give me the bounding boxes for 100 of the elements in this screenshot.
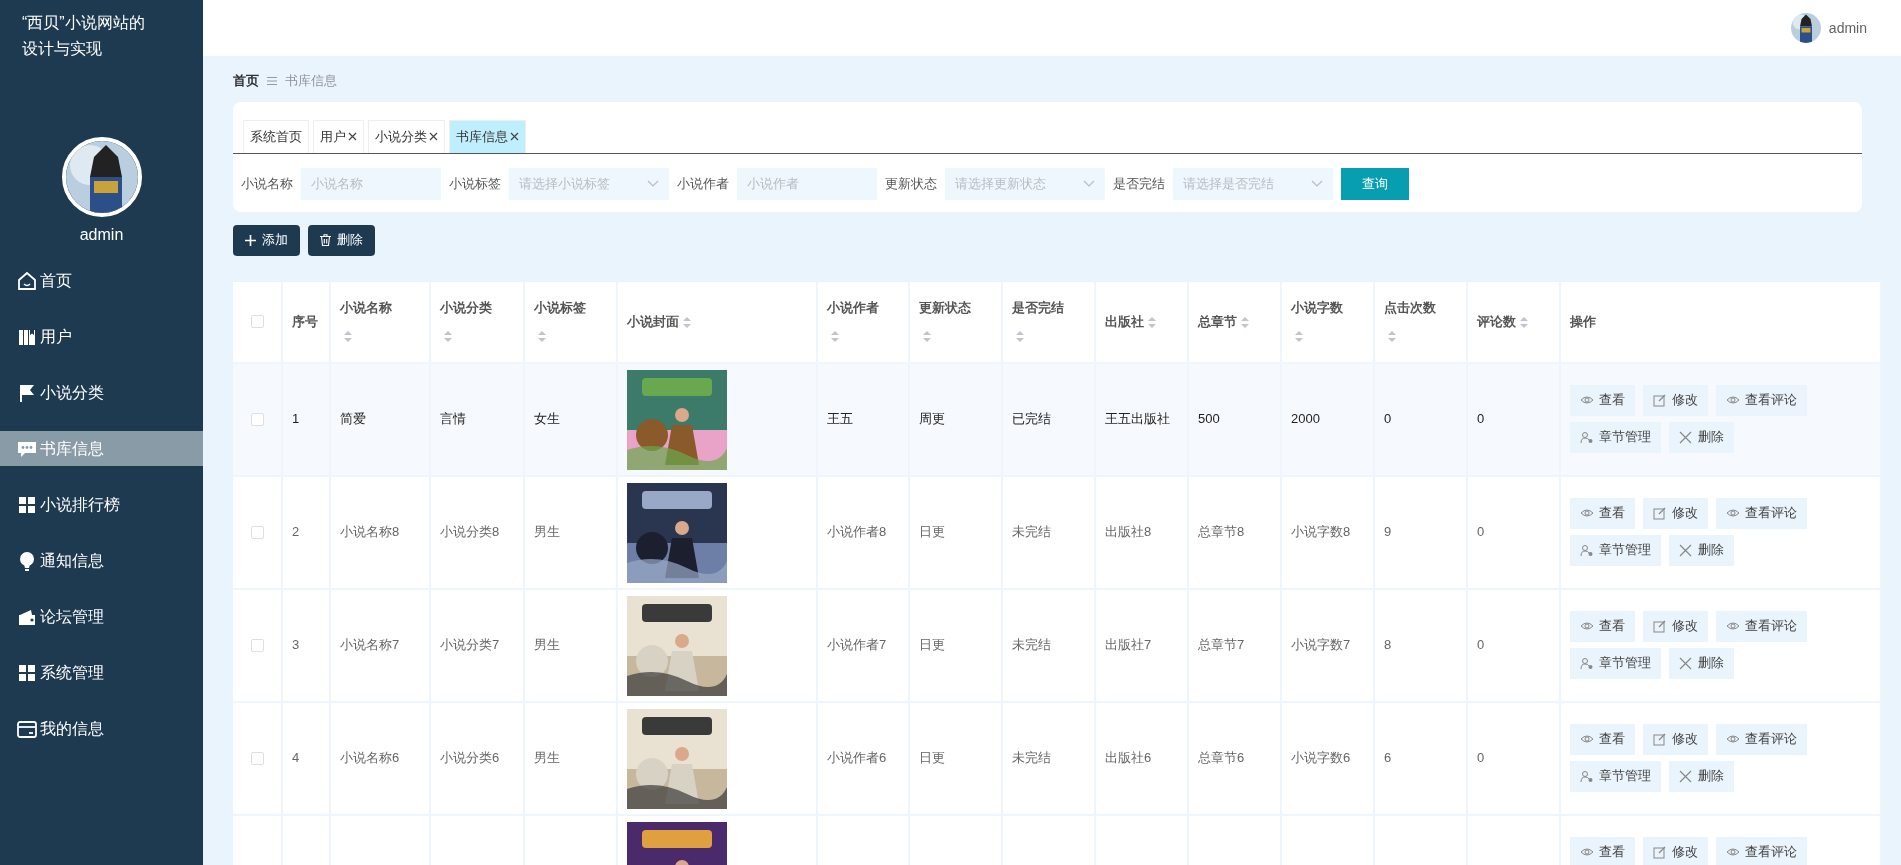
table-cell: 总章节8 <box>1198 524 1245 540</box>
plus-icon <box>245 234 256 246</box>
action-button[interactable]: 章节管理 <box>1570 534 1661 566</box>
sidebar-item[interactable]: 论坛管理 <box>0 599 203 634</box>
sort-icon <box>444 330 452 342</box>
sidebar-item[interactable]: 首页 <box>0 263 203 298</box>
column-header[interactable]: 小说字数 <box>1291 300 1343 315</box>
action-button[interactable]: 删除 <box>1669 647 1734 679</box>
column-header[interactable]: 小说标签 <box>534 300 586 315</box>
action-button[interactable]: 删除 <box>1669 421 1734 453</box>
chevron-down-icon <box>1083 179 1095 188</box>
action-button[interactable]: 章节管理 <box>1570 760 1661 792</box>
input-field[interactable]: 小说名称 <box>301 167 441 200</box>
add-button[interactable]: 添加 <box>233 224 300 256</box>
user-name[interactable]: admin <box>1828 17 1867 39</box>
field-label: 是否完结 <box>1113 174 1165 193</box>
action-button[interactable]: 修改 <box>1643 384 1708 416</box>
action-button[interactable]: 查看 <box>1570 610 1635 642</box>
field-label: 小说标签 <box>449 174 501 193</box>
action-button[interactable]: 查看评论 <box>1716 836 1807 865</box>
close-icon <box>1679 769 1693 783</box>
edit-icon <box>1653 506 1667 520</box>
close-icon <box>510 132 519 142</box>
action-button[interactable]: 修改 <box>1643 723 1708 755</box>
column-header[interactable]: 出版社 <box>1105 313 1144 329</box>
action-button[interactable]: 查看 <box>1570 723 1635 755</box>
column-header[interactable]: 小说作者 <box>827 300 879 315</box>
table-cell: 男生 <box>534 637 560 653</box>
eye-icon <box>1580 845 1594 859</box>
checkbox[interactable] <box>250 525 264 539</box>
column-header[interactable]: 点击次数 <box>1384 300 1436 315</box>
sidebar-item[interactable]: 小说排行榜 <box>0 487 203 522</box>
tab[interactable]: 小说分类 <box>368 120 445 153</box>
action-button[interactable]: 章节管理 <box>1570 421 1661 453</box>
table-cell: 小说字数6 <box>1291 750 1351 766</box>
action-button[interactable]: 查看 <box>1570 384 1635 416</box>
action-button[interactable]: 删除 <box>1669 760 1734 792</box>
chevron-down-icon <box>1311 179 1323 188</box>
sort-icon <box>1295 330 1303 342</box>
table-cell: 小说作者8 <box>827 524 887 540</box>
checkbox[interactable] <box>250 638 264 652</box>
action-button[interactable]: 修改 <box>1643 836 1708 865</box>
delete-button[interactable]: 删除 <box>308 224 375 256</box>
column-header[interactable]: 评论数 <box>1477 313 1516 329</box>
eye-icon <box>1726 845 1740 859</box>
checkbox[interactable] <box>250 315 264 328</box>
table-cell: 1 <box>292 411 300 427</box>
tab[interactable]: 用户 <box>313 120 364 153</box>
table-cell: 简爱 <box>340 411 366 427</box>
checkbox[interactable] <box>250 412 264 426</box>
table-cell: 未完结 <box>1012 524 1051 540</box>
action-button[interactable]: 修改 <box>1643 610 1708 642</box>
table-cell: 女生 <box>534 411 560 427</box>
table-cell: 0 <box>1477 750 1485 766</box>
checkbox[interactable] <box>250 751 264 765</box>
action-button[interactable]: 章节管理 <box>1570 647 1661 679</box>
column-header[interactable]: 小说名称 <box>340 300 392 315</box>
eye-icon <box>1726 732 1740 746</box>
action-button[interactable]: 查看评论 <box>1716 610 1807 642</box>
action-button[interactable]: 查看 <box>1570 497 1635 529</box>
column-header[interactable]: 是否完结 <box>1012 300 1064 315</box>
table-cell: 未完结 <box>1012 750 1051 766</box>
table-cell: 4 <box>292 750 300 766</box>
table-cell: 0 <box>1477 411 1485 427</box>
sidebar-item[interactable]: 我的信息 <box>0 711 203 746</box>
trash-icon <box>320 234 331 246</box>
table-cell: 出版社6 <box>1105 750 1152 766</box>
table-cell: 言情 <box>440 411 466 427</box>
column-header[interactable]: 总章节 <box>1198 313 1237 329</box>
table-cell: 小说分类7 <box>440 637 500 653</box>
table-cell: 2000 <box>1291 411 1320 427</box>
action-button[interactable]: 修改 <box>1643 497 1708 529</box>
field-label: 小说作者 <box>677 174 729 193</box>
sidebar-item[interactable]: 通知信息 <box>0 543 203 578</box>
sidebar-item[interactable]: 用户 <box>0 319 203 354</box>
sidebar-item[interactable]: 小说分类 <box>0 375 203 410</box>
eye-icon <box>1580 619 1594 633</box>
breadcrumb-link[interactable]: 首页 <box>233 71 259 91</box>
table-cell: 小说作者6 <box>827 750 887 766</box>
action-button[interactable]: 查看评论 <box>1716 384 1807 416</box>
table-cell: 小说名称8 <box>340 524 400 540</box>
table-cell: 男生 <box>534 524 560 540</box>
home-icon <box>16 269 38 292</box>
tab[interactable]: 书库信息 <box>449 120 526 153</box>
column-header[interactable]: 更新状态 <box>919 300 971 315</box>
table-cell: 小说名称6 <box>340 750 400 766</box>
table-cell: 2 <box>292 524 300 540</box>
sidebar-item[interactable]: 系统管理 <box>0 655 203 690</box>
table-cell: 小说分类6 <box>440 750 500 766</box>
action-button[interactable]: 查看评论 <box>1716 723 1807 755</box>
table-cell: 小说作者7 <box>827 637 887 653</box>
column-header[interactable]: 小说封面 <box>627 313 679 329</box>
action-button[interactable]: 查看 <box>1570 836 1635 865</box>
tab[interactable]: 系统首页 <box>243 120 309 153</box>
action-button[interactable]: 删除 <box>1669 534 1734 566</box>
column-header[interactable]: 小说分类 <box>440 300 492 315</box>
table-cell: 总章节6 <box>1198 750 1245 766</box>
breadcrumb-current: 书库信息 <box>285 72 337 91</box>
input-field[interactable]: 小说作者 <box>737 167 877 200</box>
action-button[interactable]: 查看评论 <box>1716 497 1807 529</box>
